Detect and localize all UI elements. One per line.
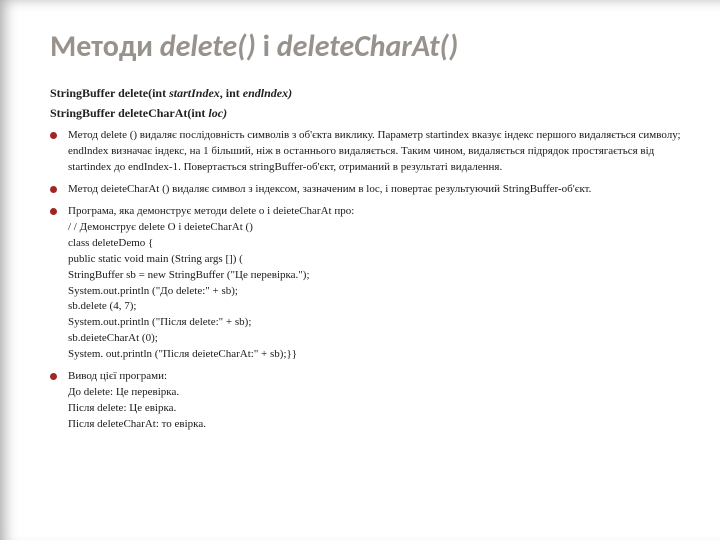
code-line: StringBuffer sb = new StringBuffer ("Це … — [68, 268, 682, 284]
sig1-param2: endlndex) — [243, 86, 292, 100]
code-line: class deleteDemo { — [68, 236, 682, 252]
sig1-param1: startIndex — [169, 86, 220, 100]
signature-1: StringBuffer delete(int startIndex, int … — [50, 85, 682, 102]
title-method-1: delete() — [160, 28, 256, 65]
code-line: sb.delete (4, 7); — [68, 299, 682, 315]
signature-2: StringBuffer deleteCharAt(int loc) — [50, 105, 682, 122]
list-item: Метод delete () видаляє послідовність си… — [50, 128, 682, 176]
code-line: System. out.println ("Після deieteCharAt… — [68, 347, 682, 363]
slide-title: Методи delete() і deleteCharAt() — [50, 30, 682, 65]
code-line: sb.deieteCharAt (0); — [68, 331, 682, 347]
sig1-prefix: StringBuffer delete(int — [50, 86, 169, 100]
title-prefix: Методи — [50, 28, 160, 65]
bullet-intro: Вивод цієї програми: — [68, 369, 682, 385]
code-line: System.out.println ("До delete:" + sb); — [68, 284, 682, 300]
output-line: Після delete: Це евірка. — [68, 401, 682, 417]
code-line: / / Демонструє delete О і deieteCharAt (… — [68, 220, 682, 236]
code-line: public static void main (String args [])… — [68, 252, 682, 268]
sig2-param1: loc) — [208, 106, 227, 120]
list-item: Вивод цієї програми: До delete: Це перев… — [50, 369, 682, 433]
title-method-2: deleteCharAt() — [277, 28, 458, 65]
output-line: До delete: Це перевірка. — [68, 385, 682, 401]
list-item: Метод deieteCharAt () видаляє символ з і… — [50, 182, 682, 198]
bullet-text: Метод delete () видаляє послідовність си… — [68, 129, 681, 173]
title-mid: і — [256, 28, 277, 65]
output-line: Після deleteCharAt: то евірка. — [68, 417, 682, 433]
bullet-list: Метод delete () видаляє послідовність си… — [50, 128, 682, 433]
sig2-prefix: StringBuffer deleteCharAt(int — [50, 106, 208, 120]
slide-body: Методи delete() і deleteCharAt() StringB… — [0, 0, 720, 540]
code-line: System.out.println ("Після delete:" + sb… — [68, 315, 682, 331]
sig1-mid: , int — [220, 86, 243, 100]
bullet-intro: Програма, яка демонструє методи delete о… — [68, 204, 682, 220]
bullet-text: Метод deieteCharAt () видаляє символ з і… — [68, 183, 591, 195]
list-item: Програма, яка демонструє методи delete о… — [50, 204, 682, 363]
